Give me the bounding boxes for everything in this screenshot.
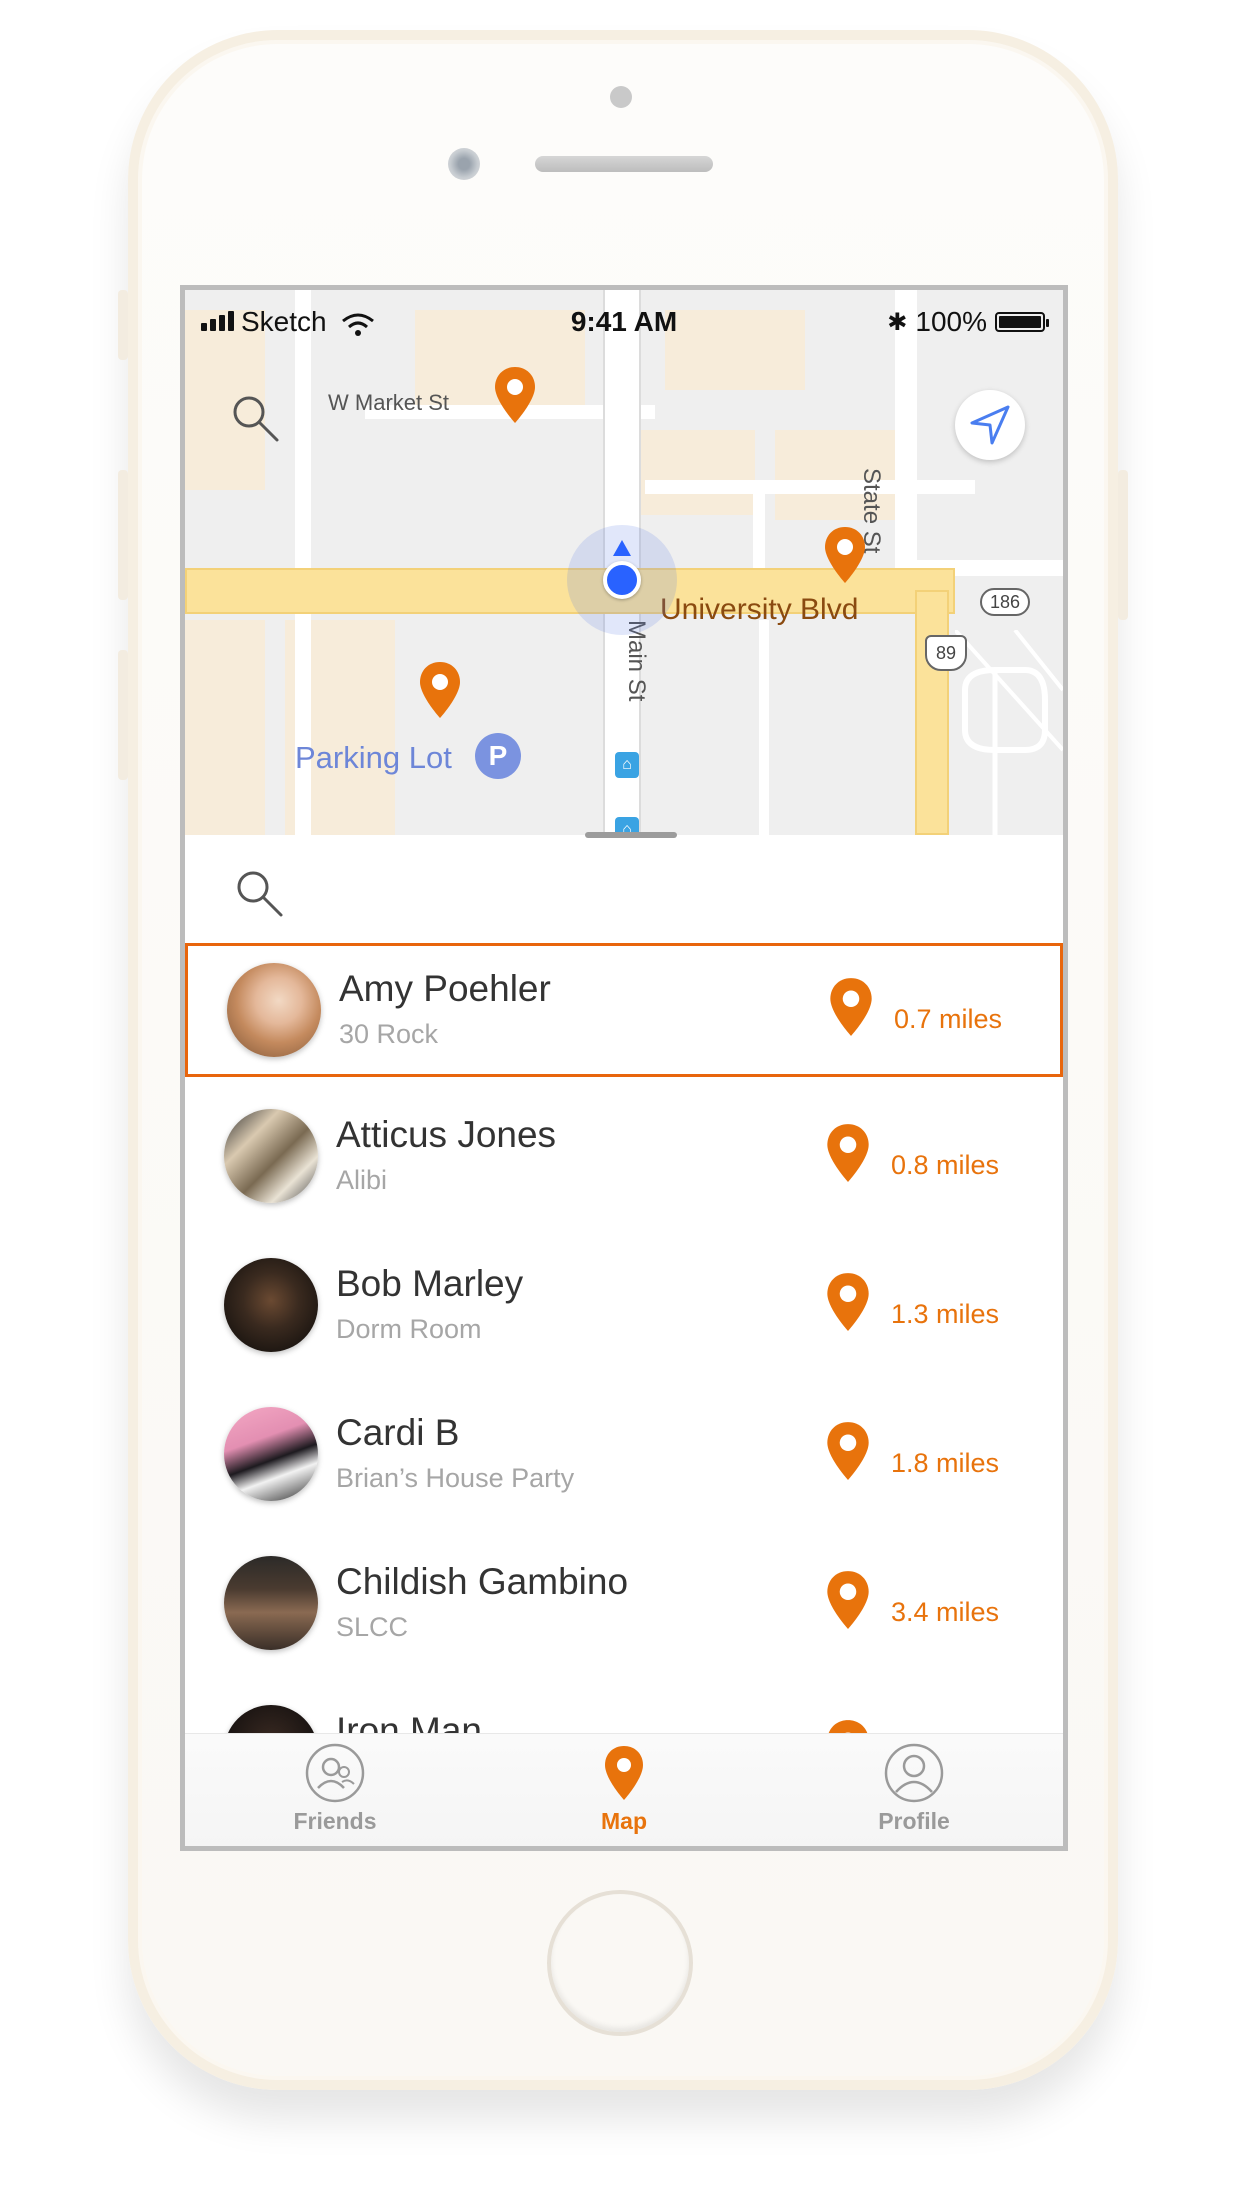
search-icon[interactable] — [231, 865, 287, 921]
map-road — [753, 480, 765, 575]
friend-location: Brian’s House Party — [336, 1463, 575, 1493]
friend-name: Childish Gambino — [336, 1561, 629, 1602]
map-pin-icon — [605, 1746, 643, 1800]
map-view[interactable]: W Market St State St University Blvd Mai… — [185, 290, 1063, 835]
route-186-shield: 186 — [980, 588, 1030, 616]
friend-name: Amy Poehler — [339, 968, 551, 1009]
map-road — [645, 480, 975, 494]
locate-me-button[interactable] — [955, 390, 1025, 460]
map-block — [775, 430, 915, 520]
sheet-drag-handle[interactable] — [585, 832, 677, 838]
map-pin-icon[interactable] — [828, 976, 874, 1038]
map-pin-icon[interactable] — [825, 1569, 871, 1631]
map-pin-icon[interactable] — [825, 1718, 871, 1733]
user-heading-arrow — [613, 540, 631, 556]
avatar — [224, 1556, 318, 1650]
avatar — [224, 1705, 318, 1733]
friend-row[interactable]: Bob Marley Dorm Room 1.3 miles — [185, 1241, 1063, 1375]
map-block — [635, 430, 755, 515]
volume-up-button — [118, 470, 128, 600]
friend-search-bar[interactable] — [185, 835, 1063, 943]
friend-row[interactable]: Amy Poehler 30 Rock 0.7 miles — [185, 943, 1063, 1077]
tab-friends[interactable]: Friends — [235, 1742, 435, 1842]
friend-name: Atticus Jones — [336, 1114, 557, 1155]
route-89-shield: 89 — [925, 635, 967, 671]
map-pin-icon[interactable] — [418, 660, 462, 720]
friend-row[interactable]: Iron Man — [185, 1688, 1063, 1733]
friend-distance: 1.3 miles — [891, 1299, 1000, 1329]
tab-label: Profile — [878, 1808, 950, 1834]
app-screen: W Market St State St University Blvd Mai… — [180, 285, 1068, 1851]
user-location-dot — [603, 561, 641, 599]
friend-name: Iron Man — [336, 1710, 483, 1733]
university-blvd-label: University Blvd — [660, 593, 859, 626]
avatar — [224, 1109, 318, 1203]
volume-down-button — [118, 650, 128, 780]
tab-map[interactable]: Map — [524, 1742, 724, 1842]
map-pin-icon[interactable] — [823, 525, 867, 585]
map-pin-icon[interactable] — [825, 1271, 871, 1333]
map-pin-icon[interactable] — [493, 365, 537, 425]
front-camera — [448, 148, 480, 180]
bluetooth-icon: ✱ — [887, 308, 908, 336]
map-road — [759, 620, 769, 835]
tab-profile[interactable]: Profile — [814, 1742, 1014, 1842]
friend-location: 30 Rock — [339, 1019, 439, 1049]
friend-row[interactable]: Childish Gambino SLCC 3.4 miles — [185, 1539, 1063, 1673]
friend-row[interactable]: Cardi B Brian’s House Party 1.8 miles — [185, 1390, 1063, 1524]
search-icon[interactable] — [227, 390, 283, 446]
status-right: ✱ 100% — [887, 306, 1049, 338]
map-pin-icon[interactable] — [825, 1122, 871, 1184]
map-block — [185, 620, 265, 835]
friend-name: Cardi B — [336, 1412, 460, 1453]
battery-icon — [995, 312, 1049, 332]
avatar — [224, 1407, 318, 1501]
transit-icon: ⌂ — [615, 752, 639, 778]
friend-distance: 0.7 miles — [894, 1004, 1003, 1034]
tab-label: Map — [601, 1808, 647, 1834]
mute-switch — [118, 290, 128, 360]
navigation-arrow-icon — [970, 405, 1010, 445]
friend-distance: 3.4 miles — [891, 1597, 1000, 1627]
map-pin-icon[interactable] — [825, 1420, 871, 1482]
tab-bar: Friends Map Profile — [185, 1733, 1063, 1846]
friend-list[interactable]: Amy Poehler 30 Rock 0.7 miles Atticus Jo… — [185, 943, 1063, 1733]
friends-icon — [305, 1743, 365, 1803]
highway-89-road — [915, 590, 949, 835]
power-button — [1118, 470, 1128, 620]
w-market-st-label: W Market St — [328, 390, 450, 415]
friend-name: Bob Marley — [336, 1263, 524, 1304]
proximity-sensor — [610, 86, 632, 108]
profile-icon — [884, 1743, 944, 1803]
status-bar: Sketch 9:41 AM ✱ 100% — [185, 290, 1063, 352]
avatar — [227, 963, 321, 1057]
earpiece-speaker — [535, 156, 713, 172]
battery-percent: 100% — [915, 306, 987, 337]
friend-location: Dorm Room — [336, 1314, 482, 1344]
home-button[interactable] — [547, 1890, 693, 2036]
friend-location: Alibi — [336, 1165, 388, 1195]
tab-label: Friends — [293, 1808, 377, 1834]
avatar — [224, 1258, 318, 1352]
friend-location: SLCC — [336, 1612, 409, 1642]
friend-distance: 0.8 miles — [891, 1150, 1000, 1180]
park-paths-shape — [955, 630, 1063, 835]
friend-distance: 1.8 miles — [891, 1448, 1000, 1478]
friend-row[interactable]: Atticus Jones Alibi 0.8 miles — [185, 1092, 1063, 1226]
parking-icon: P — [475, 733, 521, 779]
parking-lot-label: Parking Lot — [295, 740, 452, 775]
